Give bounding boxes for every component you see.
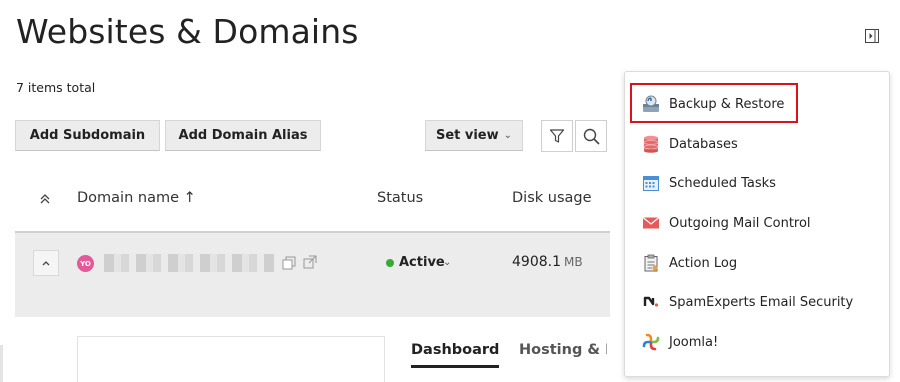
panel-toggle-icon[interactable] (865, 29, 879, 43)
copy-icon[interactable] (282, 256, 296, 270)
menu-item-joomla[interactable]: Joomla! (641, 331, 718, 353)
collapse-all-icon[interactable] (38, 192, 52, 206)
page-title: Websites & Domains (16, 12, 359, 51)
table-row (15, 231, 610, 317)
column-header-disk-usage[interactable]: Disk usage (512, 190, 592, 206)
menu-item-spamexperts[interactable]: SpamExperts Email Security (641, 291, 853, 313)
menu-item-label: Outgoing Mail Control (669, 215, 811, 231)
add-domain-alias-button[interactable]: Add Domain Alias (165, 120, 321, 151)
menu-item-outgoing-mail-control[interactable]: Outgoing Mail Control (641, 212, 811, 234)
items-total-count: 7 items total (16, 80, 96, 95)
column-header-status[interactable]: Status (377, 190, 423, 206)
menu-item-action-log[interactable]: Action Log (641, 252, 737, 274)
menu-item-backup-restore[interactable]: Backup & Restore (641, 93, 784, 115)
chevron-down-icon[interactable]: ⌄ (443, 257, 451, 268)
add-domain-alias-label: Add Domain Alias (178, 128, 308, 143)
tab-dashboard[interactable]: Dashboard (411, 342, 500, 368)
site-preview-card (77, 336, 385, 382)
database-icon (641, 135, 660, 154)
column-header-domain-name[interactable]: Domain name ↑ (77, 190, 196, 206)
set-view-label: Set view (435, 128, 499, 143)
filter-icon (549, 129, 565, 143)
menu-item-label: SpamExperts Email Security (669, 294, 854, 310)
domain-name-link[interactable] (104, 254, 274, 272)
set-view-button[interactable]: Set view ⌄ (425, 120, 523, 151)
menu-item-label: Joomla! (669, 334, 719, 350)
disk-usage-number: 4908.1 (512, 254, 561, 270)
chevron-up-icon (42, 261, 50, 266)
menu-item-label: Scheduled Tasks (669, 175, 776, 191)
row-collapse-button[interactable] (33, 250, 59, 276)
status-dropdown[interactable]: Active (399, 255, 445, 270)
menu-item-databases[interactable]: Databases (641, 133, 738, 155)
add-subdomain-button[interactable]: Add Subdomain (15, 120, 160, 151)
status-indicator-dot (386, 259, 394, 267)
menu-item-scheduled-tasks[interactable]: Scheduled Tasks (641, 172, 776, 194)
search-icon (583, 128, 600, 145)
disk-usage-value: 4908.1 MB (512, 254, 583, 270)
menu-item-label: Databases (669, 136, 738, 152)
open-in-new-window-icon[interactable] (303, 255, 317, 269)
disk-usage-unit: MB (564, 255, 583, 269)
calendar-icon (641, 174, 660, 193)
filter-button[interactable] (541, 120, 573, 152)
tab-hosting-dns[interactable]: Hosting & D (519, 342, 607, 358)
chevron-down-icon: ⌄ (503, 130, 513, 141)
site-favicon: YO (77, 255, 94, 272)
add-subdomain-label: Add Subdomain (29, 128, 146, 143)
more-actions-dropdown: Backup & Restore Databases Scheduled Tas… (624, 71, 890, 377)
clipboard-icon (641, 254, 660, 273)
backup-icon (641, 95, 660, 114)
menu-item-label: Action Log (669, 255, 738, 271)
search-button[interactable] (575, 120, 607, 152)
mail-icon (641, 214, 660, 233)
spamexperts-icon (641, 293, 660, 312)
joomla-icon (641, 333, 660, 352)
scroll-edge (0, 345, 3, 382)
menu-item-label: Backup & Restore (669, 96, 785, 112)
